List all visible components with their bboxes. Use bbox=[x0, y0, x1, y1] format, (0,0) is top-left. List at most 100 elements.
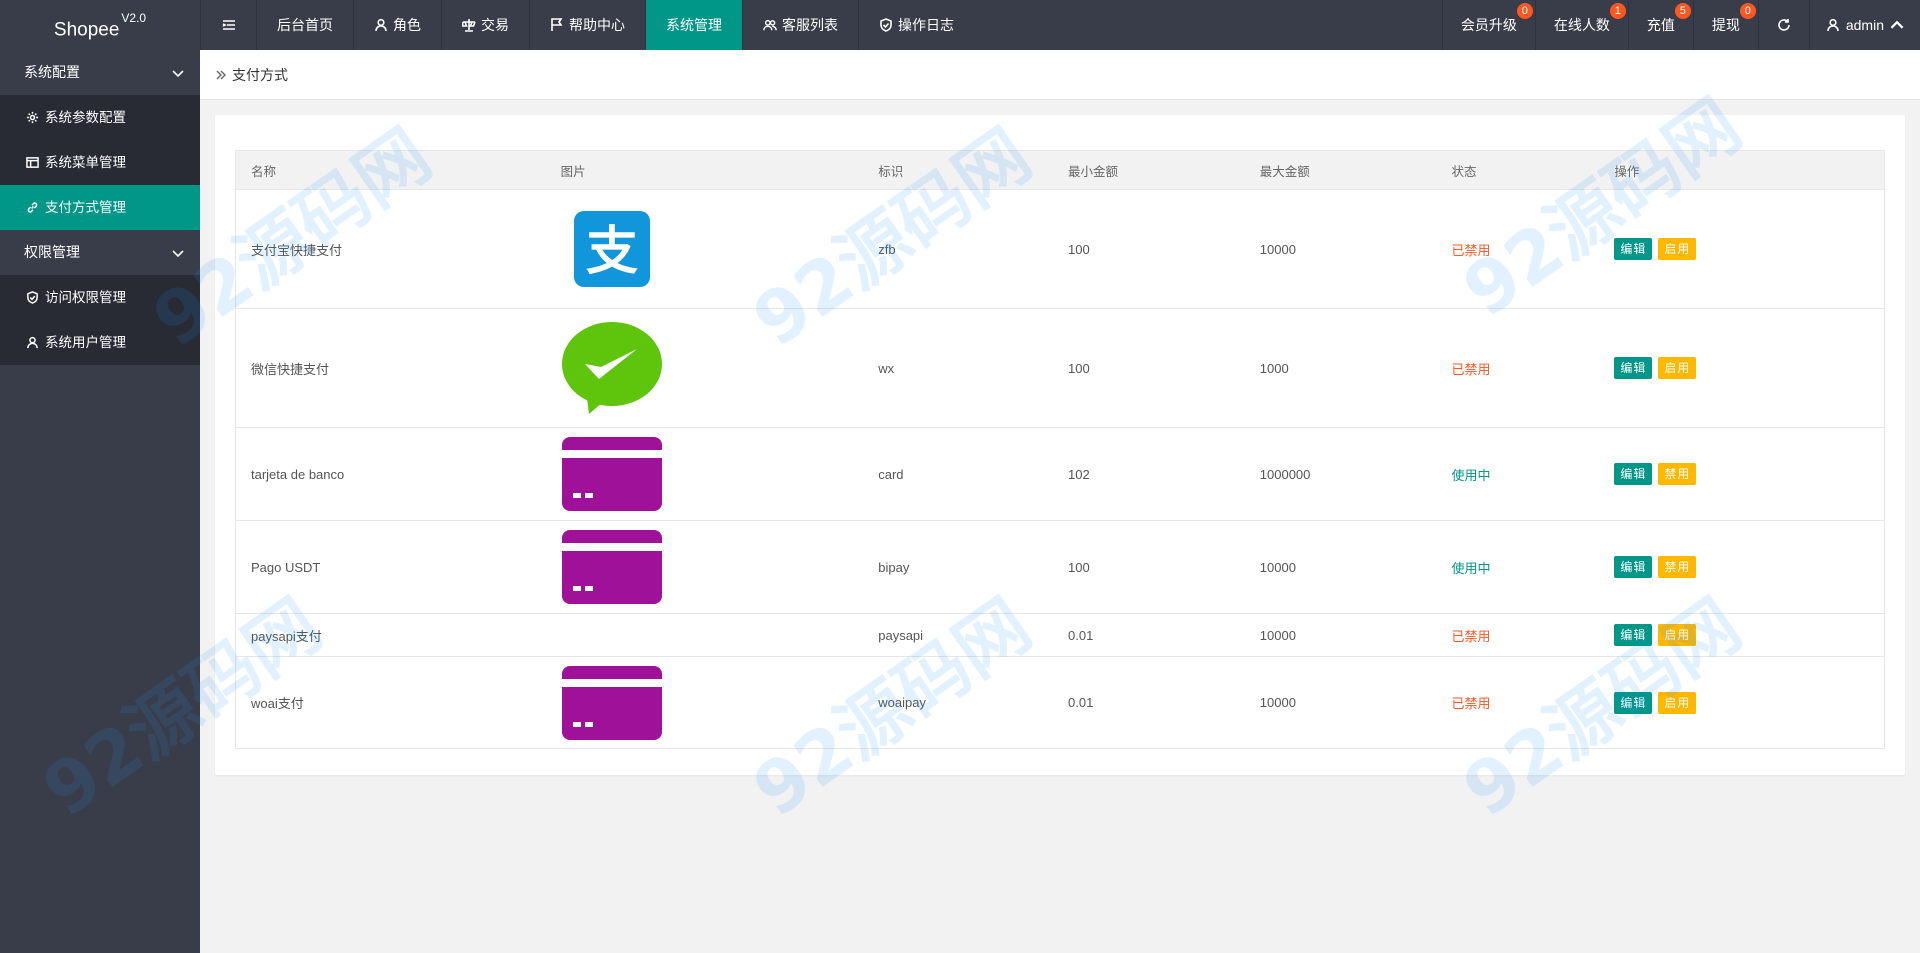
cell-min: 102 bbox=[1068, 466, 1090, 482]
nav-trade-label: 交易 bbox=[481, 17, 509, 33]
sidebar-group-system-config[interactable]: 系统配置 bbox=[0, 50, 200, 95]
status-badge: 已禁用 bbox=[1451, 696, 1491, 711]
shield-icon bbox=[27, 291, 38, 304]
cell-actions: 编辑 启用 bbox=[1599, 691, 1884, 714]
refresh-button[interactable] bbox=[1757, 0, 1809, 50]
sidebar-item-label: 系统菜单管理 bbox=[45, 155, 126, 170]
nav-roles-label: 角色 bbox=[393, 17, 421, 33]
sidebar-item-access-permissions[interactable]: 访问权限管理 bbox=[0, 275, 200, 320]
edit-button[interactable]: 编辑 bbox=[1614, 463, 1653, 485]
cell-min: 100 bbox=[1068, 360, 1090, 376]
nav-online-count[interactable]: 在线人数 1 bbox=[1534, 0, 1628, 50]
edit-button[interactable]: 编辑 bbox=[1614, 238, 1653, 260]
nav-recharge[interactable]: 充值 5 bbox=[1627, 0, 1693, 50]
gear-icon bbox=[26, 111, 39, 124]
sidebar-item-system-menu[interactable]: 系统菜单管理 bbox=[0, 140, 200, 185]
nav-withdraw[interactable]: 提现 0 bbox=[1692, 0, 1758, 50]
nav-help-label: 帮助中心 bbox=[569, 17, 625, 33]
sidebar-item-label: 系统参数配置 bbox=[45, 110, 126, 125]
count-badge: 5 bbox=[1674, 3, 1691, 19]
nav-system[interactable]: 系统管理 bbox=[645, 0, 742, 50]
bank-card-icon bbox=[561, 530, 662, 604]
nav-log[interactable]: 操作日志 bbox=[858, 0, 974, 50]
cell-name: 支付宝快捷支付 bbox=[251, 242, 343, 258]
nav-home[interactable]: 后台首页 bbox=[256, 0, 353, 50]
disable-button[interactable]: 禁用 bbox=[1658, 556, 1697, 578]
nav-home-label: 后台首页 bbox=[277, 17, 333, 33]
table-header-row: 名称 图片 标识 最小金额 最大金额 状态 操作 bbox=[236, 151, 1884, 189]
bank-card-icon bbox=[561, 665, 662, 740]
col-header-status: 状态 bbox=[1451, 164, 1477, 179]
disable-button[interactable]: 禁用 bbox=[1658, 463, 1697, 485]
sidebar-group-permissions[interactable]: 权限管理 bbox=[0, 230, 200, 275]
table-row: woai支付 woaipay 0.01 10000 已禁用 编辑 启用 bbox=[236, 656, 1884, 748]
col-header-max: 最大金额 bbox=[1259, 164, 1310, 179]
enable-button[interactable]: 启用 bbox=[1658, 238, 1697, 260]
bank-card-icon bbox=[561, 437, 662, 511]
edit-button[interactable]: 编辑 bbox=[1614, 691, 1653, 714]
breadcrumb: 支付方式 bbox=[200, 50, 1920, 100]
cell-max: 1000000 bbox=[1259, 466, 1311, 482]
sidebar-item-system-params[interactable]: 系统参数配置 bbox=[0, 95, 200, 140]
cell-actions: 编辑 禁用 bbox=[1599, 463, 1884, 485]
cell-name: 微信快捷支付 bbox=[251, 361, 330, 377]
user-menu[interactable]: admin bbox=[1808, 0, 1920, 50]
cell-image bbox=[546, 665, 864, 741]
sidebar-toggle-button[interactable] bbox=[200, 0, 256, 50]
brand-name: Shopee bbox=[53, 19, 120, 41]
status-badge: 使用中 bbox=[1451, 560, 1491, 576]
nav-support[interactable]: 客服列表 bbox=[742, 0, 858, 50]
user-icon bbox=[1827, 18, 1839, 32]
username: admin bbox=[1845, 17, 1884, 33]
enable-button[interactable]: 启用 bbox=[1658, 691, 1697, 714]
table-row: Pago USDT bipay 100 10000 使用中 编辑 禁用 bbox=[236, 520, 1884, 613]
count-badge: 0 bbox=[1516, 3, 1533, 19]
col-header-actions: 操作 bbox=[1614, 164, 1640, 179]
chevron-down-icon bbox=[172, 70, 184, 78]
nav-member-upgrade[interactable]: 会员升级 0 bbox=[1441, 0, 1535, 50]
sidebar-submenu: 访问权限管理 系统用户管理 bbox=[0, 275, 200, 365]
enable-button[interactable]: 启用 bbox=[1658, 357, 1697, 379]
breadcrumb-current: 支付方式 bbox=[232, 66, 288, 83]
cell-actions: 编辑 启用 bbox=[1599, 357, 1884, 379]
cell-name: tarjeta de banco bbox=[251, 466, 345, 482]
cell-min: 100 bbox=[1068, 241, 1090, 257]
sidebar-item-payment-methods[interactable]: 支付方式管理 bbox=[0, 185, 200, 230]
cell-code: woaipay bbox=[878, 695, 926, 710]
cell-min: 0.01 bbox=[1068, 695, 1094, 710]
alipay-logo-icon: 支 bbox=[573, 211, 650, 287]
cell-min: 0.01 bbox=[1068, 627, 1094, 643]
cell-image bbox=[546, 529, 864, 605]
sidebar-item-label: 系统用户管理 bbox=[45, 335, 126, 350]
brand-logo[interactable]: ShopeeV2.0 bbox=[0, 0, 200, 50]
cell-code: zfb bbox=[878, 241, 896, 257]
cell-actions: 编辑 启用 bbox=[1599, 624, 1884, 646]
table-row: 微信快捷支付 wx 100 1000 已禁用 编辑 启用 bbox=[236, 308, 1884, 427]
user-icon bbox=[27, 336, 38, 349]
nav-recharge-label: 充值 bbox=[1646, 17, 1675, 33]
cell-max: 1000 bbox=[1259, 360, 1289, 376]
users-icon bbox=[763, 19, 777, 31]
cell-max: 10000 bbox=[1259, 627, 1296, 643]
cell-actions: 编辑 禁用 bbox=[1599, 556, 1884, 578]
nav-online-count-label: 在线人数 bbox=[1553, 17, 1610, 33]
content-card: 名称 图片 标识 最小金额 最大金额 状态 操作 支付宝快捷支付 支 zfb 1… bbox=[215, 115, 1905, 775]
cell-min: 100 bbox=[1068, 559, 1090, 575]
svg-text:支: 支 bbox=[586, 222, 638, 282]
sidebar-item-system-users[interactable]: 系统用户管理 bbox=[0, 320, 200, 365]
edit-button[interactable]: 编辑 bbox=[1614, 556, 1653, 578]
nav-trade[interactable]: 交易 bbox=[441, 0, 529, 50]
cell-max: 10000 bbox=[1259, 559, 1296, 575]
edit-button[interactable]: 编辑 bbox=[1614, 624, 1653, 646]
nav-help[interactable]: 帮助中心 bbox=[529, 0, 645, 50]
nav-roles[interactable]: 角色 bbox=[353, 0, 441, 50]
sidebar-item-label: 访问权限管理 bbox=[45, 290, 126, 305]
sidebar-group-label: 权限管理 bbox=[24, 244, 80, 260]
enable-button[interactable]: 启用 bbox=[1658, 624, 1697, 646]
cell-code: paysapi bbox=[878, 627, 924, 643]
edit-button[interactable]: 编辑 bbox=[1614, 357, 1653, 379]
status-badge: 使用中 bbox=[1451, 467, 1491, 483]
cell-code: wx bbox=[878, 360, 895, 376]
nav-withdraw-label: 提现 bbox=[1711, 17, 1740, 33]
refresh-icon bbox=[1778, 19, 1790, 31]
